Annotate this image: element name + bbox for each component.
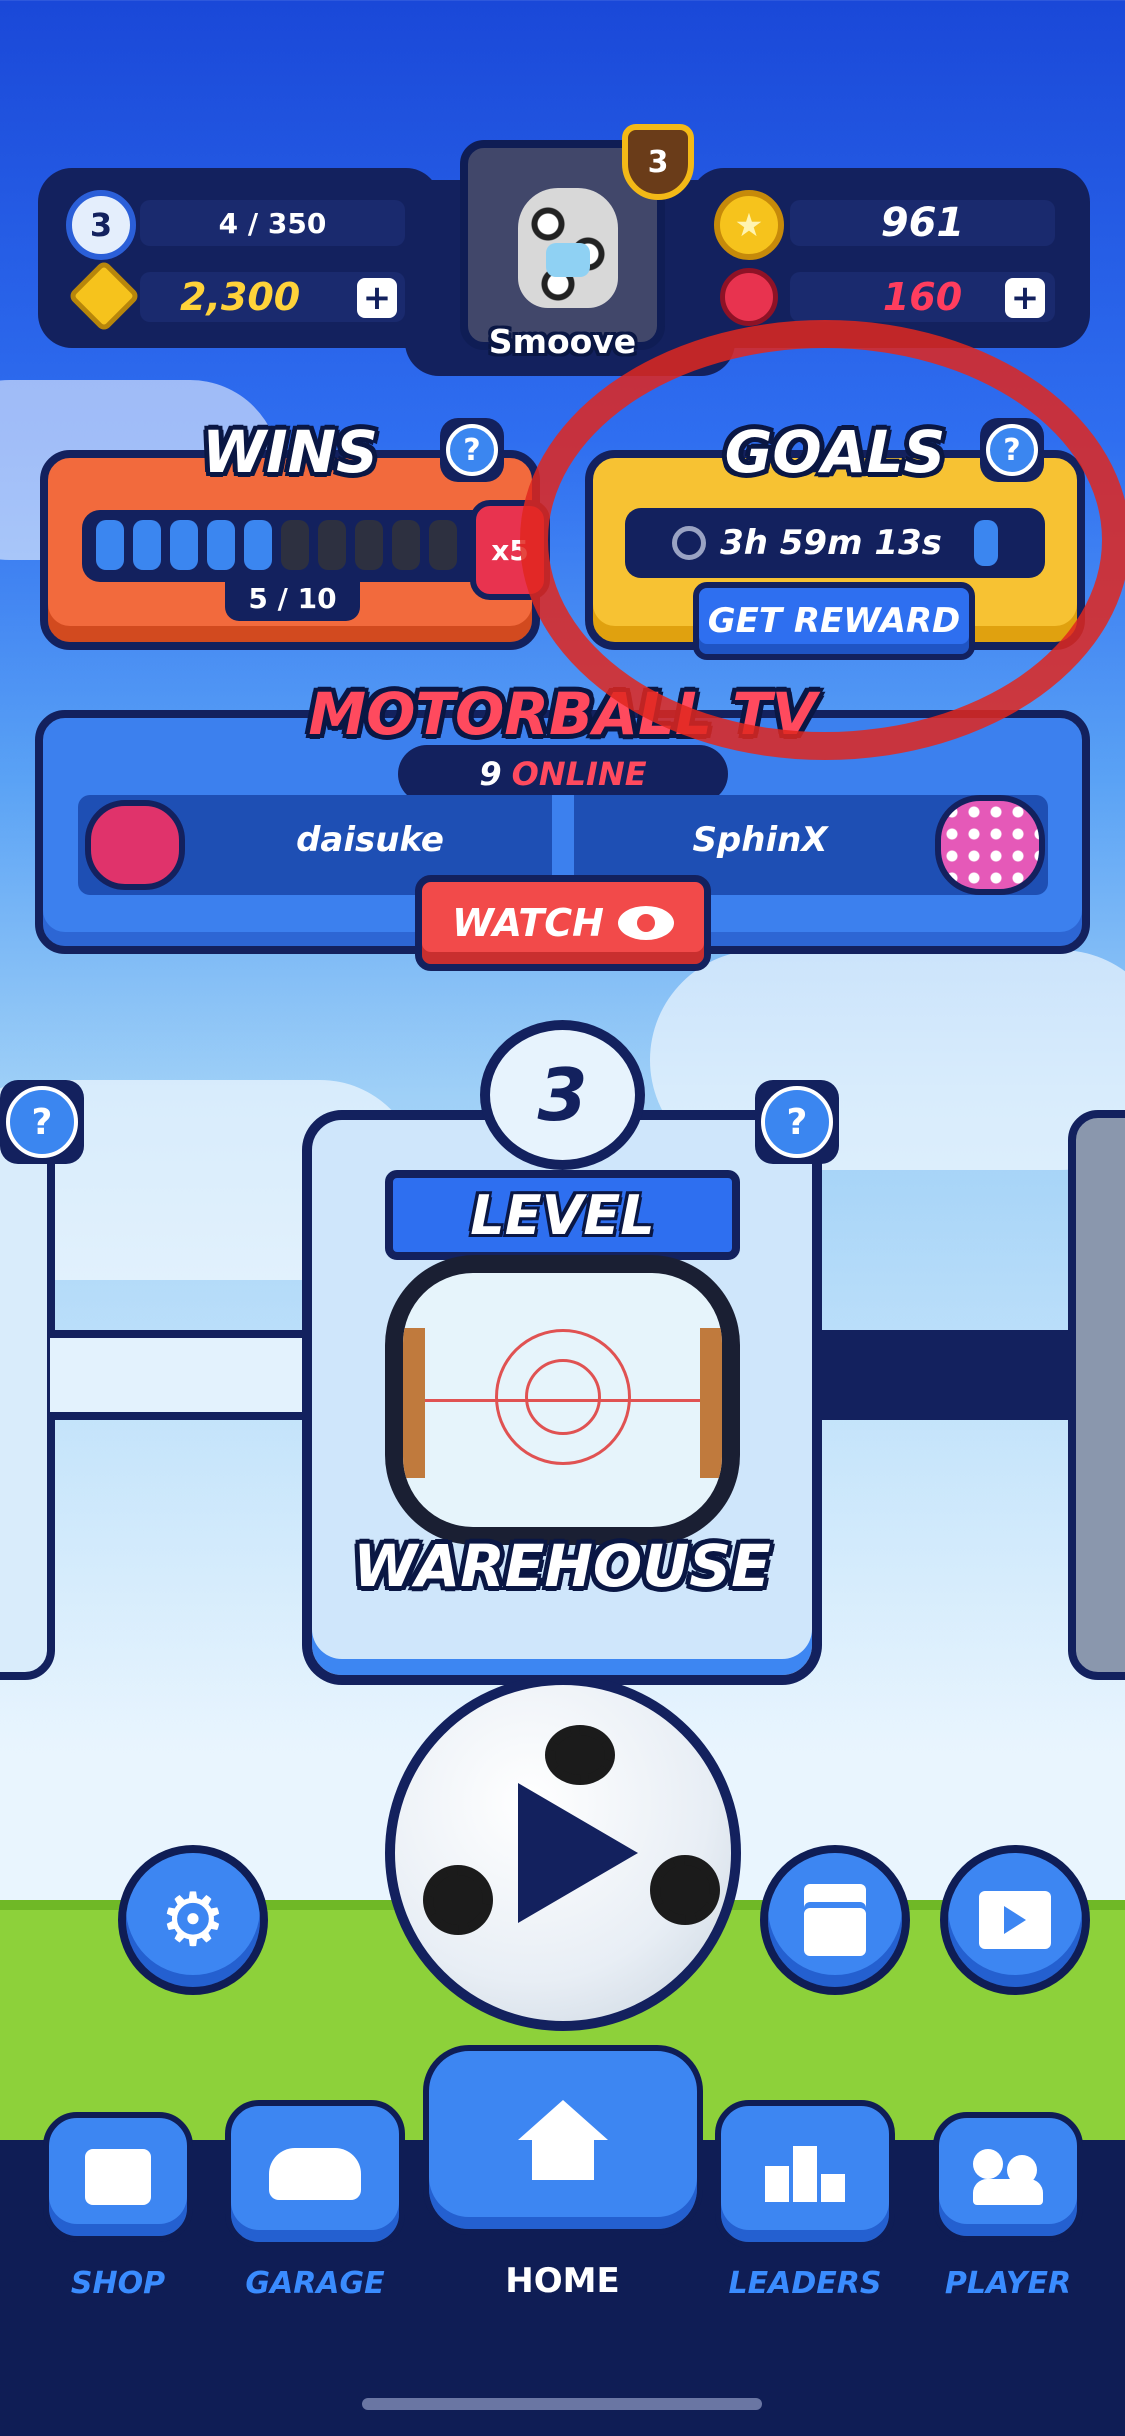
stopwatch-icon	[672, 526, 707, 560]
gear-icon: ⚙	[159, 1877, 227, 1963]
prev-level-help-button[interactable]: ?	[0, 1080, 84, 1164]
wins-segment	[170, 520, 198, 570]
nav-leaders[interactable]: LEADERS	[710, 2100, 900, 2322]
newspaper-icon	[804, 1884, 866, 1956]
home-indicator	[362, 2398, 762, 2410]
wins-segment	[429, 520, 457, 570]
add-tokens-button[interactable]: +	[1005, 278, 1045, 318]
news-button[interactable]	[760, 1845, 910, 1995]
nav-garage-label: GARAGE	[245, 2266, 385, 2301]
play-icon	[518, 1783, 638, 1923]
question-icon: ?	[446, 424, 498, 476]
settings-button[interactable]: ⚙	[118, 1845, 268, 1995]
watch-button[interactable]: WATCH	[415, 875, 711, 971]
arena-name: WAREHOUSE	[353, 1532, 771, 1600]
play-ball-button[interactable]	[385, 1675, 741, 2031]
wins-progress-track	[82, 510, 512, 582]
player-level-value: 3	[89, 206, 113, 244]
wins-help-button[interactable]: ?	[440, 418, 504, 482]
level-banner: LEVEL	[385, 1170, 740, 1260]
coin-icon: ★	[714, 190, 784, 260]
level-number-badge: 3	[480, 1020, 645, 1170]
wins-segment	[133, 520, 161, 570]
nav-home-label: HOME	[505, 2261, 620, 2301]
watch-label: WATCH	[452, 901, 604, 945]
coins-bar: 961	[790, 200, 1055, 246]
house-icon	[517, 2100, 608, 2180]
goals-progress-pip	[973, 520, 998, 566]
path-connector-right	[815, 1330, 1075, 1420]
tokens-value: 160	[882, 275, 963, 319]
goals-help-button[interactable]: ?	[980, 418, 1044, 482]
nav-player[interactable]: PLAYER	[928, 2112, 1088, 2322]
next-level-card[interactable]	[1068, 1110, 1125, 1680]
rank-value: 3	[647, 144, 669, 180]
get-reward-label: GET REWARD	[707, 601, 961, 641]
rank-shield-icon: 3	[622, 124, 694, 200]
player-level-badge: 3	[66, 190, 136, 260]
goals-timer-bar: 3h 59m 13s	[625, 508, 1045, 578]
nav-garage[interactable]: GARAGE	[220, 2100, 410, 2322]
wins-segment	[207, 520, 235, 570]
wins-segment	[355, 520, 383, 570]
token-icon	[720, 268, 778, 326]
player-right-name: SphinX	[692, 820, 828, 860]
tv-title: MOTORBALL TV	[308, 680, 817, 748]
wins-segment	[281, 520, 309, 570]
player-name: Smoove	[488, 322, 637, 361]
video-button[interactable]	[940, 1845, 1090, 1995]
question-icon: ?	[986, 424, 1038, 476]
home-button[interactable]	[422, 2045, 703, 2235]
storefront-icon	[85, 2149, 151, 2205]
question-icon: ?	[761, 1086, 833, 1158]
leaders-button[interactable]	[715, 2100, 895, 2248]
nav-player-label: PLAYER	[944, 2266, 1072, 2301]
film-icon	[979, 1891, 1051, 1949]
online-count: 9	[479, 755, 502, 793]
nav-shop-label: SHOP	[70, 2266, 166, 2301]
podium-icon	[765, 2146, 845, 2202]
wins-multiplier: x5	[491, 533, 529, 567]
get-reward-button[interactable]: GET REWARD	[693, 582, 975, 660]
wins-segment	[96, 520, 124, 570]
car-icon	[269, 2148, 361, 2200]
nav-leaders-label: LEADERS	[728, 2266, 882, 2301]
wins-segment	[244, 520, 272, 570]
nav-home[interactable]: HOME	[415, 2045, 710, 2325]
coins-value: 961	[880, 200, 965, 246]
gear-decoration-icon	[423, 1865, 493, 1935]
garage-button[interactable]	[225, 2100, 405, 2248]
eye-icon	[617, 906, 674, 940]
player-button[interactable]	[933, 2112, 1083, 2242]
wins-progress-label-box: 5 / 10	[225, 575, 360, 621]
wins-segment	[318, 520, 346, 570]
question-icon: ?	[6, 1086, 78, 1158]
level-number: 3	[537, 1053, 588, 1137]
gear-decoration-icon	[650, 1855, 720, 1925]
wins-progress-text: 5 / 10	[248, 581, 337, 615]
arena-preview	[385, 1255, 740, 1545]
wins-multiplier-badge: x5	[470, 500, 550, 600]
wins-title: WINS	[202, 418, 378, 486]
level-banner-label: LEVEL	[470, 1183, 655, 1247]
gems-value: 2,300	[180, 275, 301, 319]
xp-bar: 4 / 350	[140, 200, 405, 246]
shop-button[interactable]	[43, 2112, 193, 2242]
users-icon	[973, 2149, 1043, 2205]
goals-title: GOALS	[724, 418, 946, 486]
wins-segment	[392, 520, 420, 570]
nav-shop[interactable]: SHOP	[38, 2112, 198, 2322]
prev-level-card[interactable]	[0, 1110, 55, 1680]
level-help-button[interactable]: ?	[755, 1080, 839, 1164]
gear-decoration-icon	[545, 1725, 615, 1785]
player-left-name: daisuke	[296, 820, 444, 860]
goals-timer: 3h 59m 13s	[720, 523, 942, 563]
path-connector-left	[50, 1330, 310, 1420]
hockey-rink-icon	[403, 1273, 722, 1527]
online-label: ONLINE	[511, 755, 647, 793]
add-gems-button[interactable]: +	[357, 278, 397, 318]
car-left-icon	[85, 800, 185, 890]
xp-text: 4 / 350	[218, 206, 327, 240]
car-right-icon	[935, 795, 1045, 895]
